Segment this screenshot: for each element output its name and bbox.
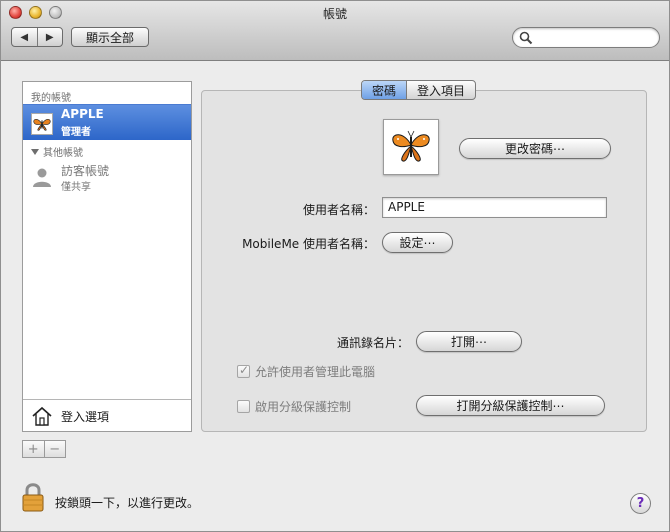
accounts-list: 我的帳號 APPLE 管理者 其他帳號 訪客帳號 僅共享 登入選項 (22, 81, 192, 432)
account-role: 管理者 (61, 127, 91, 138)
account-name: APPLE (61, 107, 104, 121)
window-title: 帳號 (322, 7, 347, 21)
lock-message: 按鎖頭一下，以進行更改。 (55, 496, 200, 510)
lock-icon[interactable] (21, 481, 45, 513)
mobileme-setup-button[interactable]: 設定⋯ (382, 232, 453, 253)
back-forward-control: ◀ ▶ (11, 27, 63, 47)
parental-controls-checkbox[interactable] (237, 400, 250, 413)
search-icon (519, 31, 533, 45)
address-card-label: 通訊錄名片： (336, 336, 409, 350)
parental-controls-row: 啟用分級保護控制 (237, 398, 351, 415)
title-toolbar: 帳號 ◀ ▶ 顯示全部 (1, 1, 669, 61)
butterfly-avatar-icon (31, 113, 53, 135)
disclosure-triangle-icon (31, 148, 39, 155)
change-password-button[interactable]: 更改密碼⋯ (459, 138, 611, 159)
account-row-apple[interactable]: APPLE 管理者 (23, 104, 191, 140)
parental-controls-label: 啟用分級保護控制 (255, 400, 352, 414)
remove-account-button[interactable]: − (43, 441, 66, 457)
pane-tabs: 密碼 登入項目 (361, 80, 477, 100)
tab-password[interactable]: 密碼 (362, 81, 407, 99)
house-icon (32, 406, 52, 426)
other-accounts-header[interactable]: 其他帳號 (31, 144, 83, 159)
forward-button[interactable]: ▶ (36, 28, 63, 46)
guest-account-name: 訪客帳號 (61, 164, 110, 178)
search-field[interactable] (512, 27, 660, 48)
help-button[interactable]: ? (630, 493, 651, 514)
tab-login-items[interactable]: 登入項目 (406, 81, 475, 99)
add-account-button[interactable]: + (23, 441, 44, 457)
butterfly-picture-icon (392, 130, 430, 162)
back-button[interactable]: ◀ (12, 28, 37, 46)
add-remove-control: + − (22, 440, 66, 458)
login-options-item[interactable]: 登入選項 (23, 399, 191, 431)
user-picture[interactable] (383, 119, 439, 175)
allow-admin-row: 允許使用者管理此電腦 (237, 363, 375, 380)
back-arrow-icon: ◀ (20, 31, 29, 43)
login-options-label: 登入選項 (61, 410, 110, 424)
other-accounts-label: 其他帳號 (43, 148, 83, 159)
allow-admin-label: 允許使用者管理此電腦 (255, 365, 376, 379)
open-address-card-button[interactable]: 打開⋯ (416, 331, 522, 352)
show-all-button[interactable]: 顯示全部 (71, 27, 149, 47)
username-field[interactable]: APPLE (382, 197, 607, 218)
open-parental-controls-button[interactable]: 打開分級保護控制⋯ (416, 395, 605, 416)
username-label: 使用者名稱： (302, 203, 375, 217)
accounts-window: 帳號 ◀ ▶ 顯示全部 我的帳號 APPLE 管理者 其他帳號 訪客帳號 僅共享… (0, 0, 670, 532)
forward-arrow-icon: ▶ (45, 31, 54, 43)
help-icon: ? (636, 496, 645, 511)
guest-user-icon (33, 168, 51, 187)
allow-admin-checkbox[interactable] (237, 363, 250, 378)
guest-account-subtitle: 僅共享 (61, 182, 91, 193)
my-account-header: 我的帳號 (31, 93, 71, 104)
mobileme-label: MobileMe 使用者名稱： (242, 237, 375, 251)
